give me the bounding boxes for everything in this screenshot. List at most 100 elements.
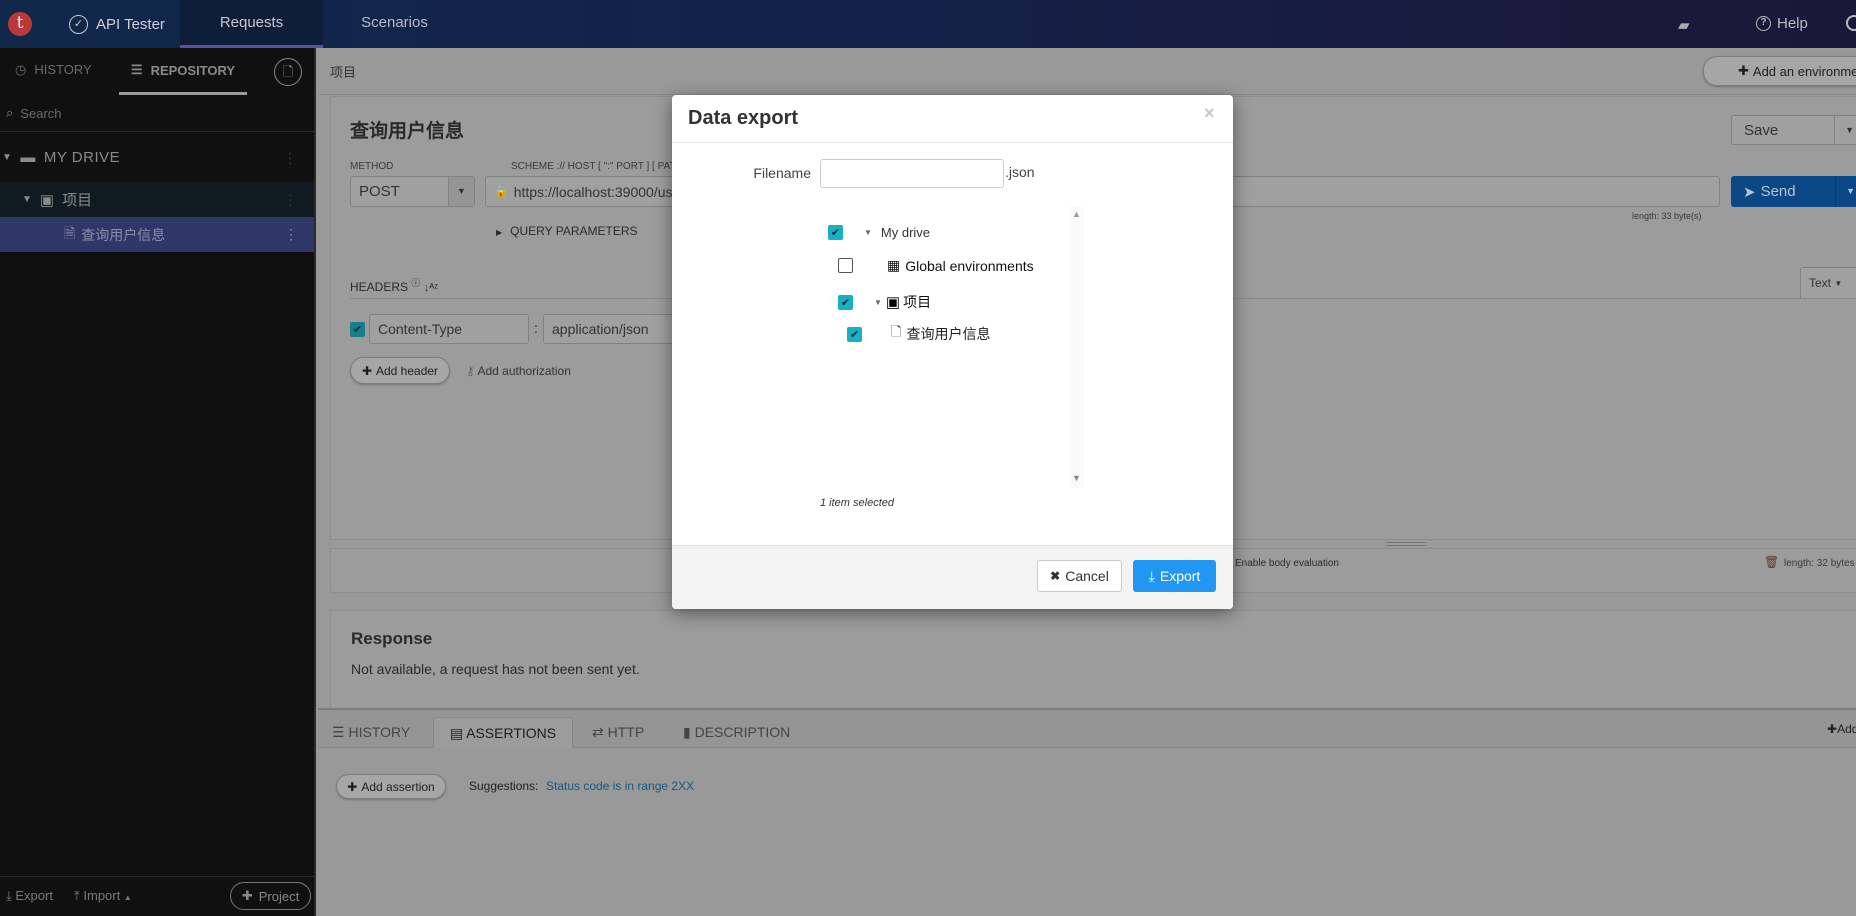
- tab-requests[interactable]: Requests: [180, 0, 323, 48]
- more-icon[interactable]: ⋮: [283, 191, 298, 209]
- help-icon[interactable]: ⓘ: [411, 278, 420, 288]
- download-icon: ⤓: [6, 888, 12, 903]
- exchange-icon: ⇄: [592, 724, 604, 740]
- scroll-up-icon[interactable]: ▲: [1072, 209, 1081, 219]
- help-button[interactable]: ? Help: [1756, 15, 1808, 32]
- caret-down-icon[interactable]: ▼: [874, 298, 882, 307]
- export-label: Export: [15, 888, 53, 903]
- account-icon[interactable]: [1846, 15, 1856, 31]
- search-icon: ⌕: [6, 105, 14, 120]
- upload-icon: ⤒: [74, 888, 80, 903]
- close-icon[interactable]: ×: [1204, 103, 1215, 124]
- body-length: length: 32 bytes: [1784, 558, 1855, 569]
- tab-label: ASSERTIONS: [466, 725, 557, 741]
- paper-plane-icon: ➤: [1743, 183, 1756, 201]
- tree-scrollbar[interactable]: ▲ ▼: [1070, 207, 1084, 488]
- splitter-grip[interactable]: [1386, 542, 1426, 546]
- suggestion-link[interactable]: Status code is in range 2XX: [546, 779, 694, 793]
- export-tree: ✔ ▼ My drive ▦ Global environments ✔ ▼ ▣…: [812, 207, 1085, 488]
- my-drive-checkbox[interactable]: ✔: [828, 225, 843, 240]
- caret-down-icon[interactable]: ▼: [1834, 116, 1854, 144]
- project-button-label: Project: [258, 888, 300, 904]
- database-icon: ☰: [130, 62, 143, 77]
- help-label: Help: [1777, 15, 1808, 32]
- filename-input[interactable]: [820, 159, 1004, 188]
- body-type-select[interactable]: Text ▼: [1800, 267, 1856, 298]
- caret-down-icon: ▼: [1834, 278, 1843, 288]
- add-authorization-label: Add authorization: [477, 364, 571, 378]
- trash-icon[interactable]: 🗑: [1764, 555, 1779, 569]
- bottom-tab-history[interactable]: ☰ HISTORY: [332, 724, 410, 741]
- request-title: 查询用户信息: [350, 121, 465, 142]
- tree-item-request[interactable]: 🗎 查询用户信息 ⋮: [0, 217, 314, 252]
- tree-row-project[interactable]: ✔ ▼ ▣ 项目: [838, 292, 931, 312]
- tree-row-global-environments[interactable]: ▦ Global environments: [838, 257, 1034, 274]
- export-link[interactable]: ⤓ Export: [6, 888, 53, 904]
- sidebar-tab-history[interactable]: ◷ HISTORY: [15, 62, 92, 78]
- data-export-dialog: Data export × Filename .json ✔ ▼ My driv…: [672, 95, 1233, 609]
- request-file-icon: 🗎: [64, 224, 76, 241]
- caret-down-icon: ▼: [448, 177, 474, 206]
- import-label: Import: [83, 888, 121, 903]
- history-icon: ◷: [15, 62, 27, 77]
- enable-body-evaluation[interactable]: Enable body evaluation: [1235, 558, 1339, 569]
- chat-icon[interactable]: ▰: [1678, 16, 1690, 34]
- add-header-button[interactable]: ✚ Add header: [350, 357, 450, 384]
- request-checkbox[interactable]: ✔: [847, 326, 862, 342]
- new-document-button[interactable]: 🗋: [274, 58, 302, 86]
- cancel-button[interactable]: ✖ Cancel: [1037, 560, 1122, 592]
- sidebar-search[interactable]: ⌕ Search: [0, 95, 314, 132]
- more-icon[interactable]: ⋮: [284, 226, 298, 243]
- method-select[interactable]: POST ▼: [350, 176, 475, 207]
- save-button[interactable]: Save ▼: [1731, 115, 1856, 145]
- more-icon[interactable]: ⋮: [283, 149, 299, 167]
- bottom-tab-description[interactable]: ▮ DESCRIPTION: [683, 724, 790, 741]
- header-enabled-checkbox[interactable]: ✔: [350, 322, 365, 337]
- caret-down-icon[interactable]: ▼: [1835, 176, 1855, 207]
- header-name-input[interactable]: Content-Type: [369, 314, 529, 344]
- add-authorization-link[interactable]: ⚷ Add authorization: [466, 364, 571, 378]
- response-message: Not available, a request has not been se…: [351, 661, 640, 677]
- project-label: 项目: [62, 192, 93, 209]
- save-label: Save: [1744, 121, 1779, 139]
- plus-icon: ✚: [241, 888, 253, 903]
- key-icon: ⚷: [466, 364, 475, 378]
- breadcrumb[interactable]: 项目: [330, 62, 356, 81]
- tab-scenarios[interactable]: Scenarios: [323, 0, 466, 48]
- query-parameters-toggle[interactable]: ▶ QUERY PARAMETERS: [496, 224, 638, 238]
- assertions-icon: ▤: [449, 724, 464, 741]
- send-button[interactable]: ➤ Send ▼: [1731, 176, 1856, 207]
- add-environment-button[interactable]: ✚Add an environment: [1703, 56, 1856, 86]
- export-label: Export: [1159, 568, 1201, 584]
- project-checkbox[interactable]: ✔: [838, 294, 853, 310]
- caret-down-icon[interactable]: ▼: [864, 228, 872, 237]
- dialog-header-divider: [672, 142, 1233, 143]
- scroll-down-icon[interactable]: ▼: [1072, 473, 1081, 483]
- header-separator: :: [534, 320, 538, 336]
- search-input[interactable]: Search: [20, 106, 61, 121]
- dialog-title: Data export: [688, 107, 799, 129]
- url-length: length: 33 byte(s): [1632, 211, 1702, 221]
- bottom-tab-assertions[interactable]: ▤ ASSERTIONS: [433, 717, 573, 748]
- tree-row-my-drive[interactable]: ✔ ▼ My drive: [828, 225, 930, 240]
- tree-item-my-drive[interactable]: ▼ ▬ MY DRIVE ⋮: [0, 140, 314, 175]
- plus-icon: ✚: [1827, 722, 1838, 736]
- plus-icon: ✚: [361, 363, 372, 378]
- response-card: [330, 610, 1856, 707]
- tree-row-request[interactable]: ✔ 🗋 查询用户信息: [847, 323, 990, 345]
- app-title[interactable]: ✓ API Tester: [45, 0, 180, 48]
- tree-item-project[interactable]: ▼ ▣ 项目 ⋮: [0, 182, 314, 217]
- add-tab-button[interactable]: ✚Add: [1827, 722, 1856, 736]
- export-button[interactable]: ⤓ Export: [1133, 560, 1216, 592]
- sort-az-icon[interactable]: ↓ᴬᶻ: [424, 282, 438, 294]
- app-logo: t: [8, 12, 32, 36]
- add-project-button[interactable]: ✚ Project: [230, 882, 311, 910]
- archive-icon: ▣: [39, 191, 55, 209]
- filename-label: Filename: [753, 165, 811, 181]
- global-environments-checkbox[interactable]: [838, 258, 853, 273]
- add-assertion-button[interactable]: ✚ Add assertion: [336, 774, 446, 799]
- caret-right-icon: ▶: [496, 228, 503, 237]
- bottom-tab-http[interactable]: ⇄ HTTP: [592, 724, 644, 741]
- sidebar-tab-repository[interactable]: ☰ REPOSITORY: [119, 48, 247, 95]
- import-link[interactable]: ⤒ Import ▲: [74, 888, 132, 904]
